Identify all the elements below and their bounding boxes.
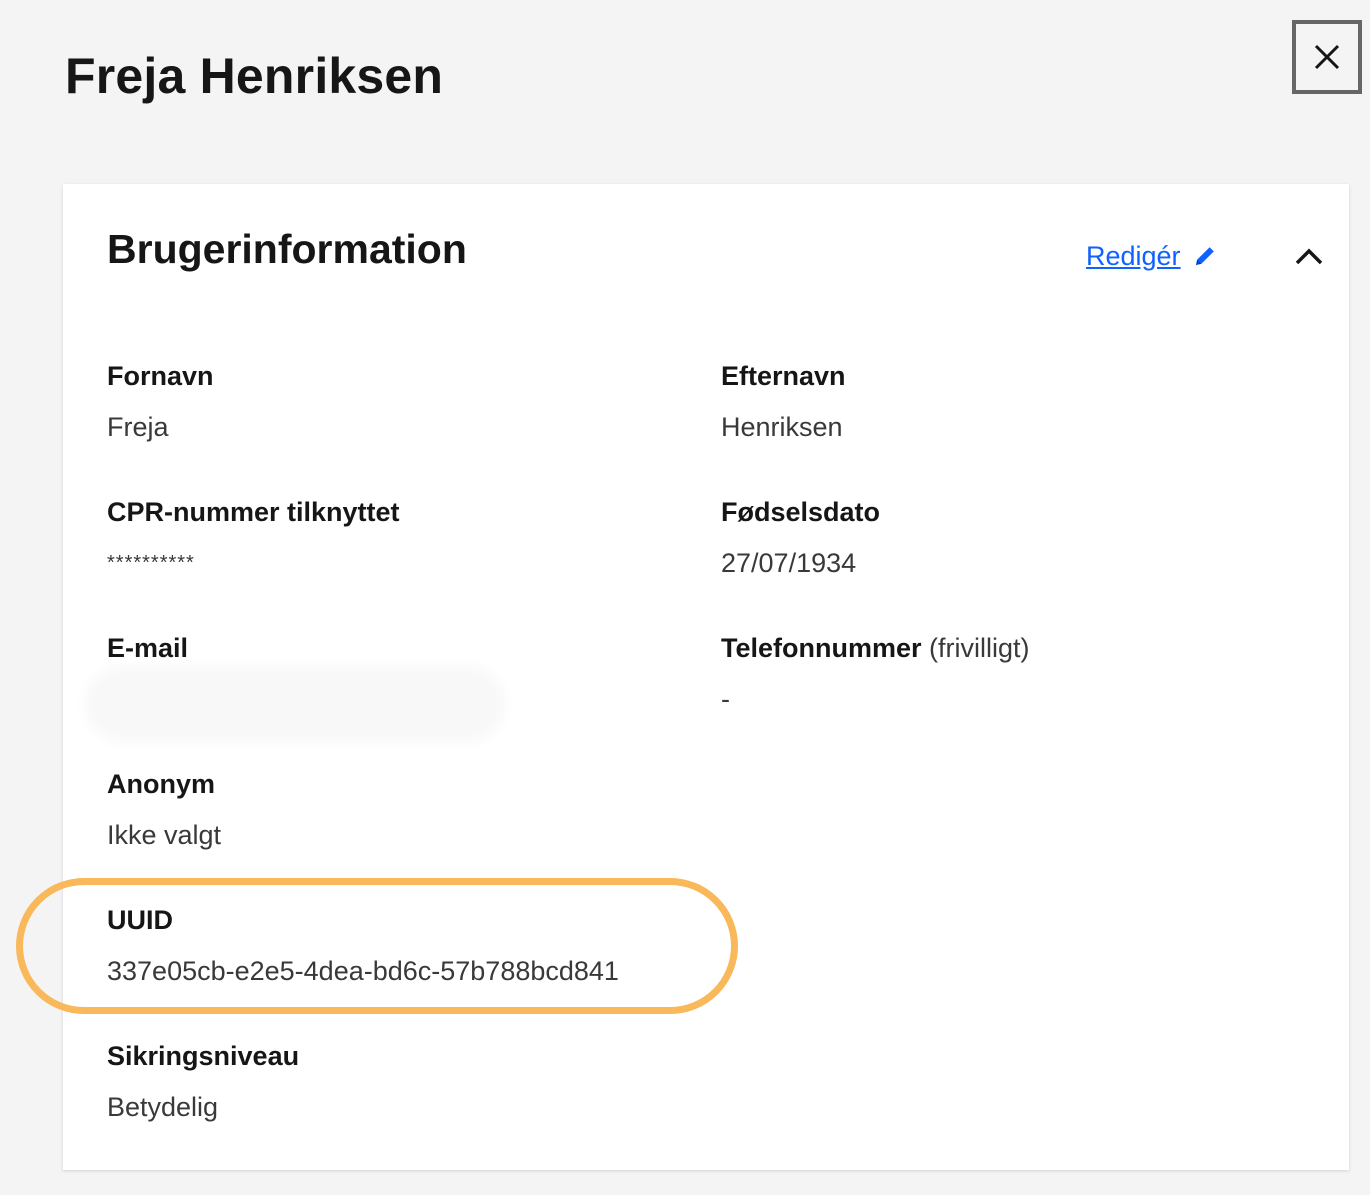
field-label: Fornavn <box>107 361 214 391</box>
close-button[interactable] <box>1292 20 1362 94</box>
card-title: Brugerinformation <box>107 226 467 272</box>
email-value-redacted <box>95 676 495 732</box>
page-title: Freja Henriksen <box>65 48 444 104</box>
field-label: Sikringsniveau <box>107 1041 300 1071</box>
field-label: CPR-nummer tilknyttet <box>107 497 400 527</box>
field-email: E-mail <box>95 631 495 732</box>
field-label: Efternavn <box>721 361 846 391</box>
field-first-name: Fornavn Freja <box>107 359 214 444</box>
field-value: Freja <box>107 412 169 442</box>
field-label: E-mail <box>107 633 189 663</box>
field-assurance-level: Sikringsniveau Betydelig <box>107 1039 299 1124</box>
field-value: 337e05cb-e2e5-4dea-bd6c-57b788bcd841 <box>107 956 619 986</box>
field-last-name: Efternavn Henriksen <box>721 359 846 444</box>
field-birth-date: Fødselsdato 27/07/1934 <box>721 495 880 580</box>
pencil-icon <box>1193 244 1217 268</box>
field-label: Fødselsdato <box>721 497 881 527</box>
field-value: Betydelig <box>107 1092 219 1122</box>
field-value: - <box>721 684 730 714</box>
field-value: ********** <box>107 552 195 574</box>
edit-link[interactable]: Redigér <box>1086 239 1217 273</box>
field-anonymous: Anonym Ikke valgt <box>107 767 221 852</box>
user-information-card: Brugerinformation Redigér Fornavn Freja … <box>63 184 1349 1170</box>
field-uuid: UUID 337e05cb-e2e5-4dea-bd6c-57b788bcd84… <box>107 903 619 988</box>
field-label: Anonym <box>107 769 215 799</box>
field-value: 27/07/1934 <box>721 548 857 578</box>
field-phone: Telefonnummer (frivilligt) - <box>721 631 1030 716</box>
field-label-text: Telefonnummer <box>721 633 922 663</box>
field-value: Henriksen <box>721 412 843 442</box>
close-icon <box>1314 44 1340 70</box>
field-value: Ikke valgt <box>107 820 222 850</box>
field-cpr: CPR-nummer tilknyttet ********** <box>107 495 400 580</box>
collapse-button[interactable] <box>1287 239 1331 273</box>
field-label: UUID <box>107 905 173 935</box>
edit-link-label: Redigér <box>1086 241 1181 271</box>
optional-hint: (frivilligt) <box>929 633 1030 663</box>
field-label: Telefonnummer (frivilligt) <box>721 631 1030 665</box>
chevron-up-icon <box>1295 248 1323 265</box>
